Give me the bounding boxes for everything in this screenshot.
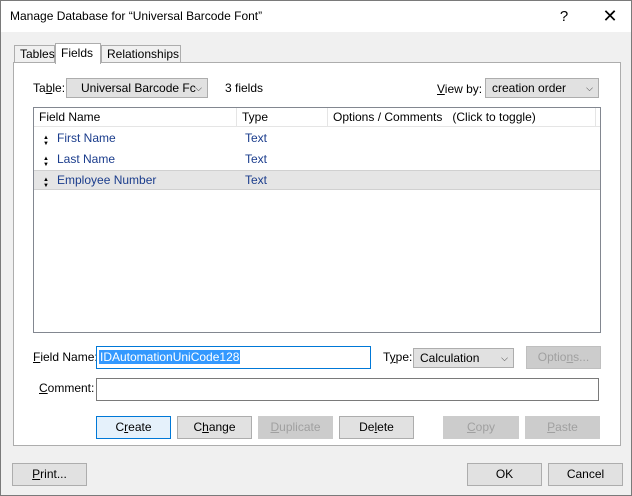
cancel-button[interactable]: Cancel (548, 463, 623, 486)
field-type-cell: Text (245, 131, 268, 145)
field-name-cell: First Name (57, 131, 116, 145)
column-options-comments[interactable]: Options / Comments (Click to toggle) (328, 108, 596, 127)
dialog-title: Manage Database for “Universal Barcode F… (10, 9, 263, 23)
field-list-header: Field Name Type Options / Comments (Clic… (34, 108, 600, 127)
field-count: 3 fields (225, 81, 264, 95)
field-name-value: IDAutomationUniCode128 (99, 350, 241, 364)
field-name-input[interactable]: IDAutomationUniCode128 (96, 346, 371, 369)
view-by-dropdown-value: creation order (492, 81, 567, 95)
comment-label: Comment: (39, 381, 95, 395)
column-field-name[interactable]: Field Name (34, 108, 237, 127)
field-row-employee-number[interactable]: ▲▼ Employee Number Text (34, 170, 600, 190)
tab-tables[interactable]: Tables (14, 45, 55, 63)
view-by-dropdown[interactable]: creation order ⌵ (485, 78, 599, 98)
copy-button[interactable]: Copy (443, 416, 519, 439)
print-button[interactable]: Print... (12, 463, 87, 486)
tab-fields[interactable]: Fields (55, 43, 101, 64)
column-type[interactable]: Type (237, 108, 328, 127)
close-icon[interactable]: ✕ (587, 1, 632, 32)
field-name-cell: Employee Number (57, 173, 157, 187)
field-list[interactable]: Field Name Type Options / Comments (Clic… (33, 107, 601, 333)
chevron-down-icon: ⌵ (586, 83, 593, 93)
tab-relationships[interactable]: Relationships (101, 45, 181, 63)
field-type-cell: Text (245, 173, 268, 187)
view-by-label: View by: (437, 82, 483, 96)
comment-input[interactable] (96, 378, 599, 401)
ok-button[interactable]: OK (467, 463, 542, 486)
type-dropdown-value: Calculation (420, 351, 480, 365)
table-label: Table: (33, 81, 66, 95)
field-name-label: Field Name: (33, 350, 98, 364)
change-button[interactable]: Change (177, 416, 252, 439)
title-bar: Manage Database for “Universal Barcode F… (1, 1, 631, 32)
type-label: Type: (383, 350, 413, 364)
table-dropdown-value: Universal Barcode Fc (81, 81, 196, 95)
drag-handle-icon[interactable]: ▲▼ (43, 177, 49, 189)
field-name-cell: Last Name (57, 152, 116, 166)
help-icon[interactable]: ? (541, 1, 587, 32)
field-type-cell: Text (245, 152, 268, 166)
manage-database-dialog: Manage Database for “Universal Barcode F… (0, 0, 632, 496)
paste-button[interactable]: Paste (525, 416, 600, 439)
field-row-last-name[interactable]: ▲▼ Last Name Text (34, 149, 600, 169)
create-button[interactable]: Create (96, 416, 171, 439)
drag-handle-icon[interactable]: ▲▼ (43, 156, 49, 168)
duplicate-button[interactable]: Duplicate (258, 416, 333, 439)
chevron-down-icon: ⌵ (195, 83, 202, 93)
type-dropdown[interactable]: Calculation ⌵ (413, 348, 514, 368)
drag-handle-icon[interactable]: ▲▼ (43, 135, 49, 147)
field-row-first-name[interactable]: ▲▼ First Name Text (34, 128, 600, 148)
chevron-down-icon: ⌵ (501, 353, 508, 363)
table-dropdown[interactable]: Universal Barcode Fc ⌵ (66, 78, 208, 98)
options-button[interactable]: Options... (526, 346, 601, 369)
delete-button[interactable]: Delete (339, 416, 414, 439)
